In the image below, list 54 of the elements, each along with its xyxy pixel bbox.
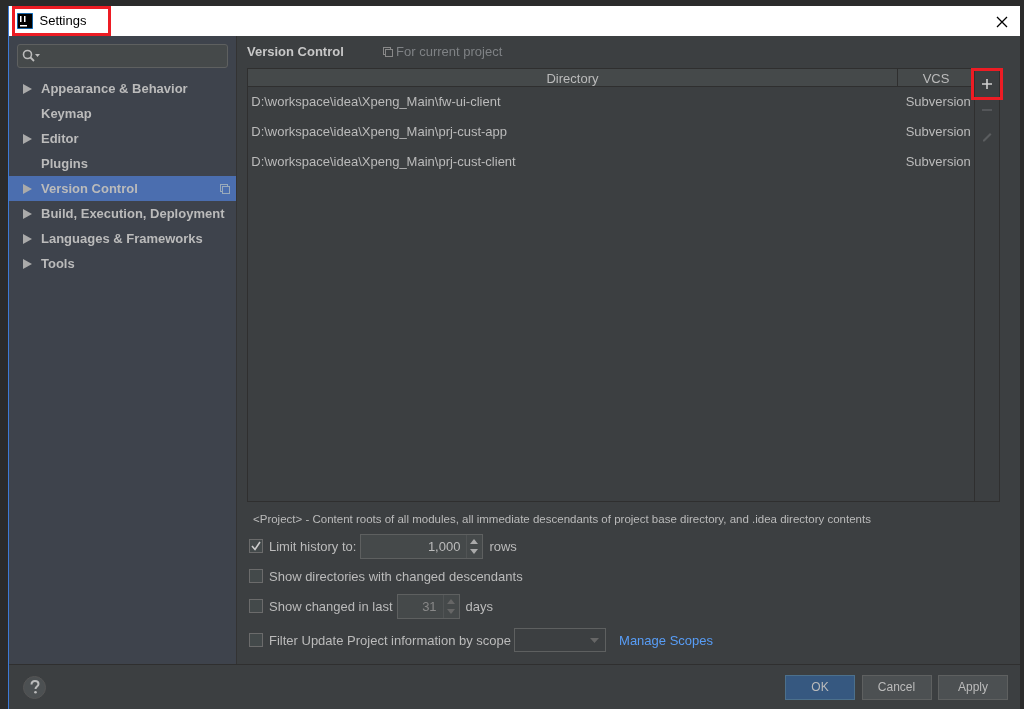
dropdown-caret-icon: [590, 637, 600, 643]
option-label: Filter Update Project information by scope: [269, 631, 512, 650]
checkbox[interactable]: [249, 599, 263, 614]
column-header: Directory: [248, 69, 898, 86]
check-icon: [251, 541, 261, 552]
sidebar-item[interactable]: Keymap: [9, 101, 236, 126]
window-title: Settings: [39, 12, 87, 31]
expand-arrow-icon: [23, 208, 32, 219]
copy-icon: [219, 183, 230, 194]
sidebar-item[interactable]: Tools: [9, 251, 236, 276]
option-label: Show changed in last: [269, 597, 393, 616]
manage-scopes-link[interactable]: Manage Scopes: [619, 630, 713, 650]
scope-note: For current project: [382, 42, 503, 62]
help-icon: [29, 680, 40, 694]
table-cell: D:\workspace\idea\Xpeng_Main\prj-cust-client: [251, 154, 516, 170]
dialog-button[interactable]: Cancel: [861, 674, 932, 700]
sidebar-item[interactable]: Build, Execution, Deployment: [9, 201, 236, 226]
table-cell: Subversion: [905, 94, 971, 110]
add-icon: [981, 78, 993, 90]
table-cell: Subversion: [905, 154, 971, 170]
expand-arrow-icon: [23, 258, 32, 269]
help-button[interactable]: [23, 675, 46, 699]
sidebar-item[interactable]: Editor: [9, 126, 236, 151]
pencil-icon: [981, 130, 993, 142]
table-cell: D:\workspace\idea\Xpeng_Main\prj-cust-app: [251, 124, 508, 140]
table-cell: D:\workspace\idea\Xpeng_Main\fw-ui-client: [251, 94, 501, 110]
expand-arrow-icon: [23, 133, 32, 144]
checkbox[interactable]: [249, 569, 263, 584]
sidebar-item[interactable]: Version Control: [9, 176, 236, 201]
section-title: Version Control: [247, 43, 344, 62]
search-icon: [22, 49, 40, 63]
close-icon: [996, 15, 1008, 28]
table-cell: Subversion: [905, 124, 971, 140]
copy-icon: [382, 47, 393, 57]
expand-arrow-icon: [23, 83, 32, 94]
option-label: Show directories with changed descendants: [269, 567, 523, 586]
unit-label: days: [465, 597, 494, 616]
unit-label: rows: [489, 537, 517, 556]
expand-arrow-icon: [23, 233, 32, 244]
column-header: VCS: [921, 70, 951, 86]
dialog-button[interactable]: Apply: [938, 674, 1008, 700]
sidebar-item[interactable]: Plugins: [9, 151, 236, 176]
help-note: <Project> - Content roots of all modules, all immediate descendants of project base directory, and .idea directory contents: [253, 512, 872, 527]
checkbox[interactable]: [249, 539, 263, 554]
scope-dropdown[interactable]: [514, 628, 607, 653]
option-label: Limit history to:: [269, 537, 357, 556]
sidebar-item[interactable]: Languages & Frameworks: [9, 226, 236, 251]
dialog-button[interactable]: OK: [785, 674, 855, 700]
app-logo-icon: [17, 13, 33, 29]
search-field[interactable]: [17, 44, 228, 68]
number-spinner[interactable]: 1,000: [360, 533, 484, 559]
checkbox[interactable]: [249, 633, 263, 648]
expand-arrow-icon: [23, 183, 32, 194]
sidebar-item[interactable]: Appearance & Behavior: [9, 76, 236, 101]
